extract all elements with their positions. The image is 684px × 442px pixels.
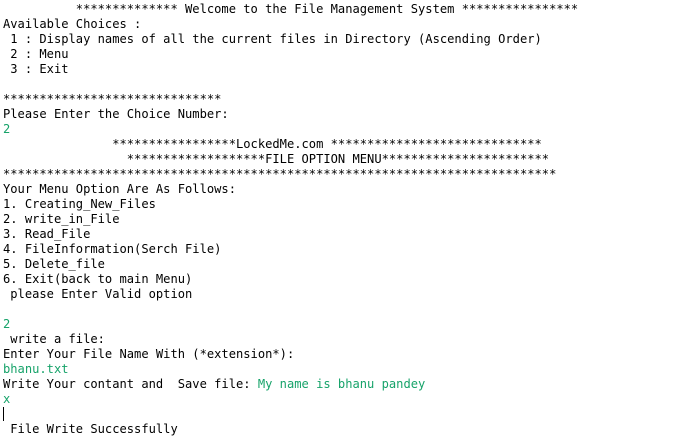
menu-item-3: 3. Read_File: [3, 227, 91, 241]
text-cursor: [3, 407, 4, 421]
menu-item-1: 1. Creating_New_Files: [3, 197, 156, 211]
choice-item-1: 1 : Display names of all the current fil…: [3, 32, 542, 46]
content-prompt: Write Your contant and Save file:: [3, 377, 258, 391]
menu-item-2: 2. write_in_File: [3, 212, 120, 226]
choice-input: 2: [3, 122, 11, 136]
content-line: Write Your contant and Save file: My nam…: [3, 377, 683, 392]
valid-option-prompt: please Enter Valid option: [3, 287, 193, 301]
console-output[interactable]: ************** Welcome to the File Manag…: [3, 2, 683, 437]
choice-item-3: 3 : Exit: [3, 62, 69, 76]
file-name-input: bhanu.txt: [3, 362, 69, 376]
welcome-banner: ************** Welcome to the File Manag…: [3, 2, 579, 16]
save-input: x: [3, 392, 11, 406]
lockedme-banner: *****************LockedMe.com **********…: [3, 137, 542, 151]
write-file-label: write a file:: [3, 332, 105, 346]
file-option-banner: *******************FILE OPTION MENU*****…: [3, 152, 550, 166]
cursor-line[interactable]: [3, 407, 683, 422]
file-name-prompt: Enter Your File Name With (*extension*):: [3, 347, 295, 361]
content-input: My name is bhanu pandey: [257, 377, 426, 391]
option-input: 2: [3, 317, 11, 331]
choices-heading: Available Choices :: [3, 17, 142, 31]
long-separator-line: ****************************************…: [3, 167, 557, 181]
success-message: File Write Successfully: [3, 422, 178, 436]
separator-line: ******************************: [3, 92, 222, 106]
choice-prompt: Please Enter the Choice Number:: [3, 107, 229, 121]
menu-item-5: 5. Delete_file: [3, 257, 105, 271]
menu-heading: Your Menu Option Are As Follows:: [3, 182, 236, 196]
menu-item-6: 6. Exit(back to main Menu): [3, 272, 193, 286]
menu-item-4: 4. FileInformation(Serch File): [3, 242, 222, 256]
choice-item-2: 2 : Menu: [3, 47, 69, 61]
